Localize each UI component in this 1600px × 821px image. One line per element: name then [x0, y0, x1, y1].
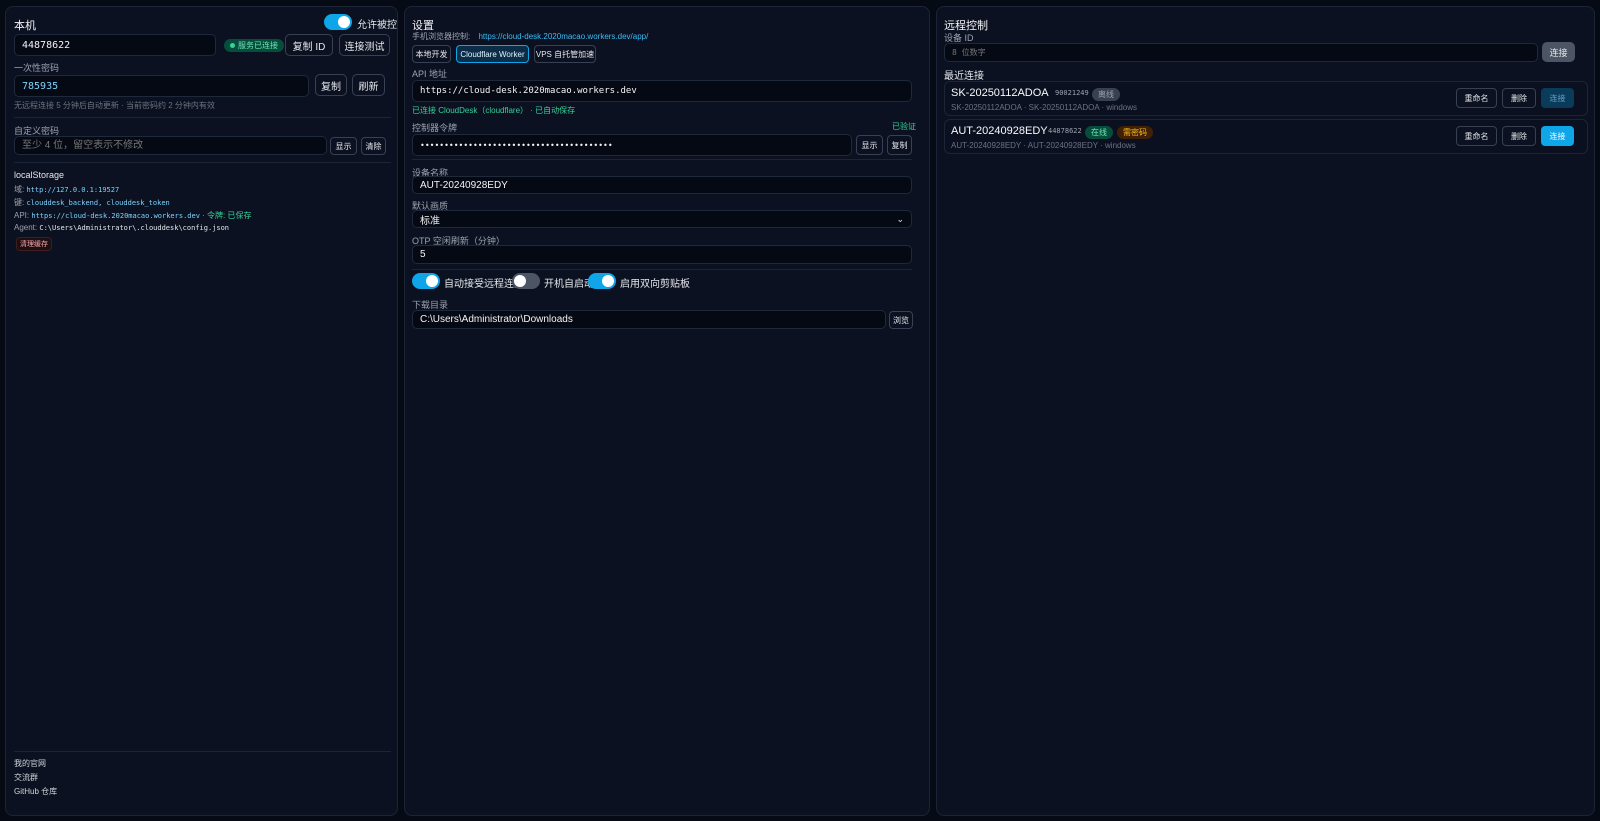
mobile-control-row: 手机浏览器控制: https://cloud-desk.2020macao.wo… — [412, 31, 648, 42]
footer-link-website[interactable]: 我的官网 — [14, 758, 46, 769]
divider — [412, 269, 912, 270]
api-address-label: API 地址 — [412, 69, 448, 79]
api-address-input[interactable] — [412, 80, 912, 102]
storage-keys-value: clouddesk_backend, clouddesk_token — [26, 199, 170, 207]
recent-device-row: AUT-20240928EDY 44878622 在线 需密码 AUT-2024… — [944, 119, 1588, 154]
connect-device-button[interactable]: 连接 — [1541, 126, 1574, 146]
mode-local-dev[interactable]: 本地开发 — [412, 45, 451, 63]
recent-connections-label: 最近连接 — [944, 71, 984, 82]
service-status-text: 服务已连接 — [238, 41, 278, 50]
otp-label: 一次性密码 — [14, 63, 60, 73]
storage-domain-key: 域: — [14, 185, 25, 194]
connect-device-button[interactable]: 连接 — [1541, 88, 1574, 108]
autostart-toggle[interactable] — [512, 273, 540, 289]
autostart-label: 开机自启动 — [544, 279, 594, 290]
remote-panel: 远程控制 设备 ID 连接 最近连接 SK-20250112ADOA 90021… — [936, 6, 1595, 816]
token-show-button[interactable]: 显示 — [856, 135, 883, 155]
device-status-badge: 在线 — [1085, 126, 1113, 139]
divider — [14, 162, 391, 163]
toggle-knob — [514, 275, 526, 287]
footer-link-group[interactable]: 交流群 — [14, 772, 38, 783]
delete-device-button[interactable]: 删除 — [1502, 126, 1536, 146]
clear-password-button[interactable]: 清除 — [361, 137, 386, 155]
device-subtitle: SK-20250112ADOA · SK-20250112ADOA · wind… — [951, 103, 1138, 112]
token-verified-text: 已验证 — [892, 122, 916, 131]
auto-accept-toggle[interactable] — [412, 273, 440, 289]
storage-agent-key: Agent: — [14, 223, 38, 232]
remote-device-id-input[interactable] — [944, 43, 1538, 62]
toggle-knob — [338, 16, 350, 28]
otp-display: 785935 — [14, 75, 309, 97]
device-name: SK-20250112ADOA — [951, 87, 1049, 99]
rename-device-button[interactable]: 重命名 — [1456, 126, 1497, 146]
token-input[interactable]: •••••••••••••••••••••••••••••••••••••••• — [412, 134, 852, 156]
show-password-button[interactable]: 显示 — [330, 137, 357, 155]
mobile-control-link[interactable]: https://cloud-desk.2020macao.workers.dev… — [478, 32, 648, 41]
refresh-otp-button[interactable]: 刷新 — [352, 74, 385, 96]
allow-control-toggle[interactable] — [324, 14, 352, 30]
local-panel: 本机 允许被控 44878622 服务已连接 复制 ID 连接测试 一次性密码 … — [5, 6, 398, 816]
custom-password-input[interactable] — [14, 136, 327, 155]
mobile-control-label: 手机浏览器控制: — [412, 32, 471, 41]
local-title: 本机 — [14, 20, 36, 32]
delete-device-button[interactable]: 删除 — [1502, 88, 1536, 108]
clipboard-toggle[interactable] — [588, 273, 616, 289]
allow-control-label: 允许被控 — [357, 20, 397, 31]
storage-api-key: API: — [14, 211, 30, 220]
download-dir-input[interactable] — [412, 310, 886, 329]
mode-vps-self-host[interactable]: VPS 自托管加速 — [534, 45, 596, 63]
mode-cloudflare-worker[interactable]: Cloudflare Worker — [456, 45, 529, 63]
copy-id-button[interactable]: 复制 ID — [285, 34, 333, 56]
browse-button[interactable]: 浏览 — [889, 311, 913, 329]
remote-connect-button[interactable]: 连接 — [1542, 42, 1575, 62]
clipboard-label: 启用双向剪贴板 — [620, 279, 690, 290]
clear-cache-button[interactable]: 清理缓存 — [16, 237, 52, 251]
status-dot-icon — [230, 43, 235, 48]
quality-select-value: 标准 — [420, 215, 440, 227]
storage-agent-row: Agent: C:\Users\Administrator\.clouddesk… — [14, 223, 229, 232]
connection-status-text: 已连接 CloudDesk（cloudflare） · 已自动保存 — [412, 106, 576, 115]
device-status-badge: 离线 — [1092, 88, 1120, 101]
rename-device-button[interactable]: 重命名 — [1456, 88, 1497, 108]
token-copy-button[interactable]: 复制 — [887, 135, 912, 155]
device-id: 90021249 — [1055, 89, 1089, 97]
storage-domain-row: 域: http://127.0.0.1:19527 — [14, 184, 119, 195]
device-id-display: 44878622 — [14, 34, 216, 56]
divider — [14, 751, 391, 752]
storage-domain-value: http://127.0.0.1:19527 — [26, 186, 120, 194]
storage-keys-key: 键: — [14, 198, 25, 207]
test-connection-button[interactable]: 连接测试 — [339, 34, 390, 56]
token-label: 控制器令牌 — [412, 123, 458, 133]
service-status-badge: 服务已连接 — [224, 39, 284, 52]
copy-otp-button[interactable]: 复制 — [315, 74, 347, 96]
toggle-knob — [426, 275, 438, 287]
otp-hint: 无远程连接 5 分钟后自动更新 · 当前密码约 2 分钟内有效 — [14, 101, 215, 110]
otp-idle-input[interactable] — [412, 245, 912, 264]
token-saved-text: · 令牌: 已保存 — [202, 211, 252, 220]
divider — [412, 159, 912, 160]
settings-panel: 设置 手机浏览器控制: https://cloud-desk.2020macao… — [404, 6, 930, 816]
storage-keys-row: 键: clouddesk_backend, clouddesk_token — [14, 197, 170, 208]
storage-api-value: https://cloud-desk.2020macao.workers.dev — [31, 212, 200, 220]
recent-device-row: SK-20250112ADOA 90021249 离线 SK-20250112A… — [944, 81, 1588, 116]
quality-select[interactable]: 标准 ⌄ — [412, 210, 912, 228]
storage-title: localStorage — [14, 170, 65, 180]
device-name: AUT-20240928EDY — [951, 125, 1048, 137]
storage-agent-value: C:\Users\Administrator\.clouddesk\config… — [39, 224, 230, 232]
storage-api-row: API: https://cloud-desk.2020macao.worker… — [14, 210, 252, 221]
device-subtitle: AUT-20240928EDY · AUT-20240928EDY · wind… — [951, 141, 1136, 150]
chevron-down-icon: ⌄ — [896, 213, 904, 224]
footer-link-github[interactable]: GitHub 仓库 — [14, 786, 57, 797]
toggle-knob — [602, 275, 614, 287]
device-id: 44878622 — [1048, 127, 1082, 135]
divider — [14, 117, 391, 118]
device-name-input[interactable] — [412, 176, 912, 194]
needs-code-badge: 需密码 — [1117, 126, 1153, 139]
